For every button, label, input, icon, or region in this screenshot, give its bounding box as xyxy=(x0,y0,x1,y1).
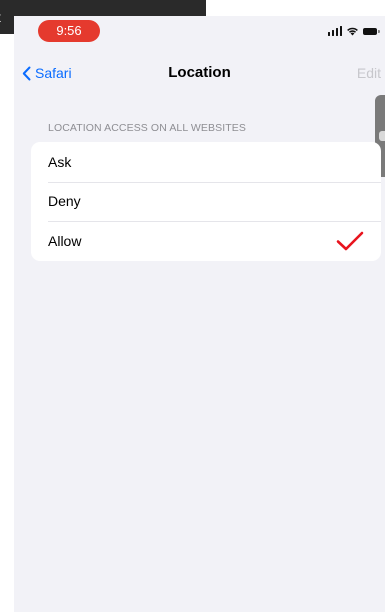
checkmark-icon xyxy=(336,231,364,251)
background-window-text: ct xyxy=(0,0,14,34)
option-allow[interactable]: Allow xyxy=(31,221,381,261)
option-ask[interactable]: Ask xyxy=(31,142,381,182)
wifi-icon xyxy=(347,27,358,36)
background-window-strip xyxy=(0,0,206,16)
option-deny[interactable]: Deny xyxy=(31,181,381,222)
section-header: LOCATION ACCESS ON ALL WEBSITES xyxy=(48,122,246,134)
navigation-bar: Safari Location Edit xyxy=(14,58,385,88)
option-label: Allow xyxy=(48,232,82,249)
option-label: Deny xyxy=(48,193,81,210)
phone-screen: 9:56 Safari Location Edit LOCATION ACCES… xyxy=(14,16,385,612)
page-title: Location xyxy=(168,64,231,81)
status-bar: 9:56 xyxy=(14,16,385,52)
screen: ct 9:56 xyxy=(0,0,385,612)
location-options-list: Ask Deny Allow xyxy=(31,142,381,261)
battery-icon xyxy=(363,27,380,35)
signal-icon xyxy=(327,26,342,36)
time-pill[interactable]: 9:56 xyxy=(38,20,100,42)
status-icons xyxy=(327,24,380,38)
option-label: Ask xyxy=(48,153,72,170)
edit-button[interactable]: Edit xyxy=(357,62,381,84)
